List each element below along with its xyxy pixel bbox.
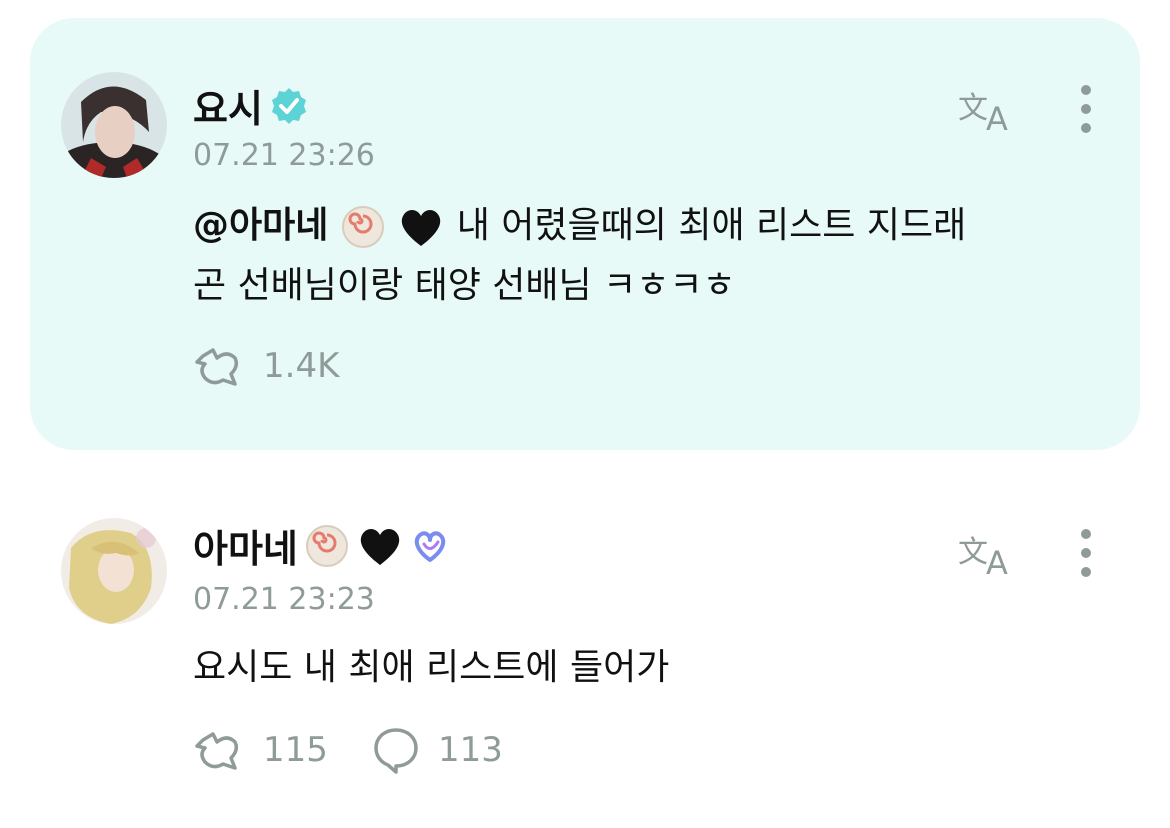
like-button[interactable]: 1.4K [193,340,339,392]
post-text: @아마네 내 어렸을때의 최애 리스트 지드래 곤 선배님이랑 태양 선배님 ㅋ… [193,196,966,316]
comment-count: 113 [438,730,503,770]
post-text-line-1: @아마네 내 어렸을때의 최애 리스트 지드래 [193,196,966,256]
mention-link[interactable]: @아마네 [193,205,328,246]
username-text: 아마네 [193,527,298,571]
translate-icon: 文 A [958,535,1008,582]
fishcake-emoji [341,206,384,248]
svg-text:A: A [986,100,1008,134]
blue-heart-loop-icon [414,530,446,562]
username-text: 요시 [193,87,263,131]
fishcake-emoji [305,524,348,567]
more-vertical-icon [1081,85,1091,133]
svg-text:文: 文 [958,91,988,126]
like-icon [195,348,239,386]
avatar-image [61,518,167,624]
more-options-button[interactable] [1076,528,1096,584]
translate-button[interactable]: 文 A [956,528,1018,582]
timestamp: 07.21 23:26 [193,138,375,173]
svg-text:A: A [986,544,1008,578]
username[interactable]: 아마네 [193,518,450,573]
like-button[interactable]: 115 [193,724,328,776]
like-icon [195,732,239,770]
username[interactable]: 요시 [193,78,309,133]
post-text-content-1: 내 어렸을때의 최애 리스트 지드래 [456,205,967,246]
translate-icon: 文 A [958,91,1008,138]
comment-button[interactable]: 113 [372,724,503,776]
black-heart-emoji [360,528,400,565]
translate-button[interactable]: 文 A [956,84,1018,138]
verified-badge-icon [271,87,306,124]
post-text-line-2: 곤 선배님이랑 태양 선배님 ㅋㅎㅋㅎ [193,265,736,306]
comment-icon [374,728,418,774]
more-options-button[interactable] [1076,84,1096,140]
avatar[interactable] [61,518,167,624]
like-count: 115 [263,730,328,770]
post-text: 요시도 내 최애 리스트에 들어가 [193,647,670,688]
avatar-image [61,72,167,178]
timestamp: 07.21 23:23 [193,582,375,617]
like-count: 1.4K [263,346,340,386]
svg-text:文: 文 [958,535,988,570]
more-vertical-icon [1081,529,1091,577]
avatar[interactable] [61,72,167,178]
black-heart-emoji [402,210,441,246]
